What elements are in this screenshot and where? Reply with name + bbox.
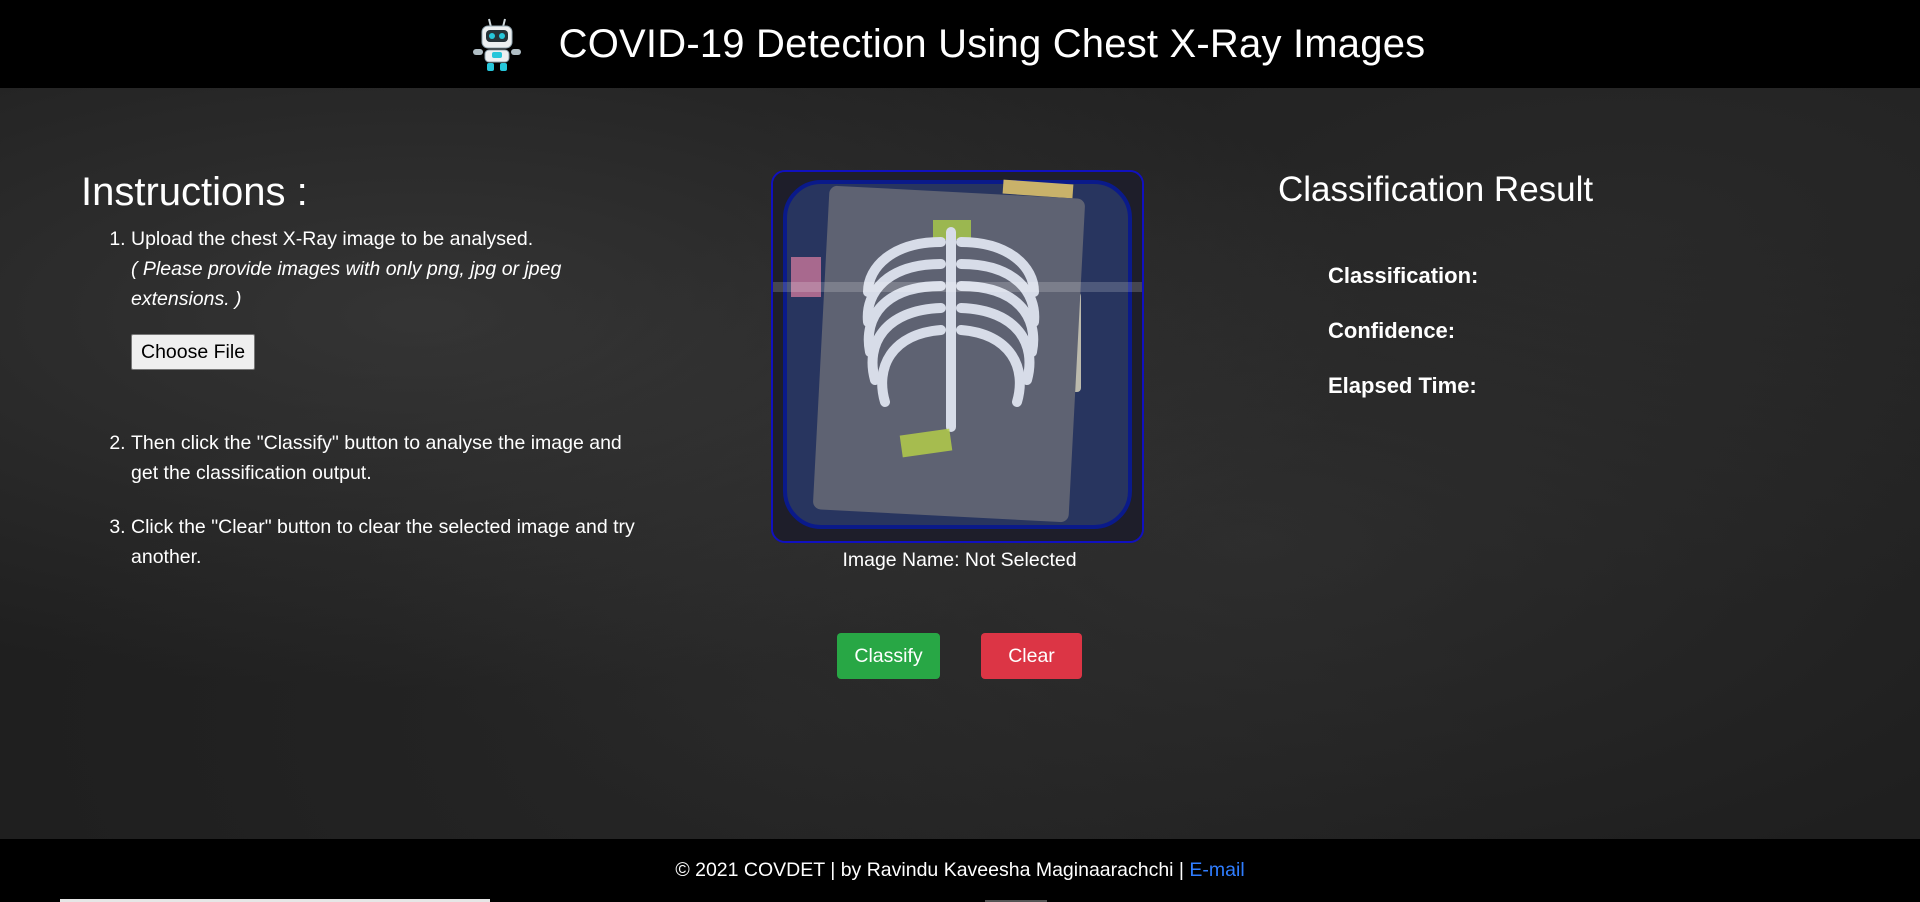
instructions-heading: Instructions : [81,170,308,214]
step1-text: Upload the chest X-Ray image to be analy… [131,228,534,250]
email-link[interactable]: E-mail [1189,859,1244,881]
instruction-step-upload: Upload the chest X-Ray image to be analy… [131,224,651,428]
file-type-note: ( Please provide images with only png, j… [131,258,562,310]
page-title: COVID-19 Detection Using Chest X-Ray Ima… [558,21,1426,66]
elapsed-time-label: Elapsed Time: [1328,373,1477,398]
instructions-panel: Instructions : Upload the chest X-Ray im… [81,168,651,572]
clear-button[interactable]: Clear [981,633,1082,679]
instruction-step-classify: Then click the "Classify" button to anal… [131,428,651,488]
footer-text: © 2021 COVDET | by Ravindu Kaveesha Magi… [675,857,1244,883]
instructions-list: Upload the chest X-Ray image to be analy… [81,224,651,572]
result-heading: Classification Result [1278,170,1594,209]
classification-result-panel: Classification Result Classification: Co… [1278,168,1838,400]
image-name-label: Image Name: Not Selected [842,549,1077,571]
choose-file-button[interactable]: Choose File [131,334,256,370]
robot-icon [472,18,521,71]
app-header: COVID-19 Detection Using Chest X-Ray Ima… [0,0,1920,88]
image-preview[interactable] [771,170,1144,543]
page-footer: © 2021 COVDET | by Ravindu Kaveesha Magi… [0,839,1920,902]
classify-button[interactable]: Classify [837,633,940,679]
confidence-label: Confidence: [1328,318,1456,343]
classification-label: Classification: [1328,263,1479,288]
instruction-step-clear: Click the "Clear" button to clear the se… [131,512,651,572]
footer-credit: © 2021 COVDET | by Ravindu Kaveesha Magi… [675,859,1190,881]
chest-xray-placeholder-icon [773,172,1142,541]
